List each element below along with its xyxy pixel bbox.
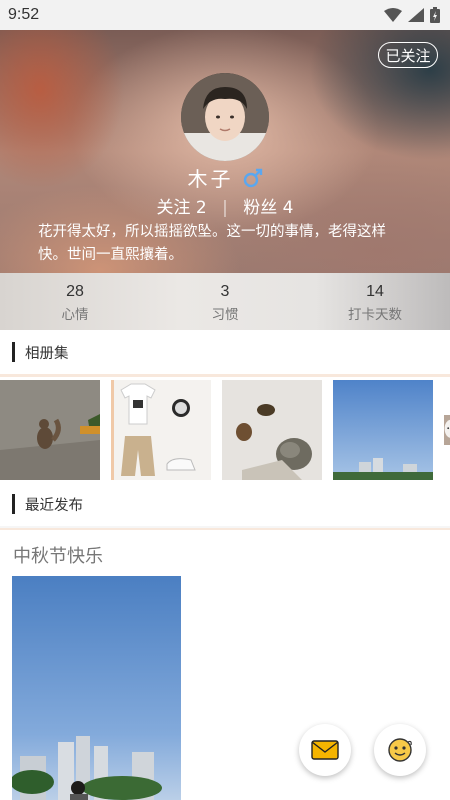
album-thumb-cat[interactable] xyxy=(444,380,450,480)
count-label: 心情 xyxy=(61,307,89,323)
fans-label: 粉丝 xyxy=(243,198,278,218)
user-name: 木子 xyxy=(187,167,234,191)
follow-button[interactable]: 已关注 xyxy=(378,42,438,68)
post-title: 中秋节快乐 xyxy=(13,546,103,567)
emoji-button[interactable] xyxy=(374,724,426,776)
count-label: 打卡天数 xyxy=(348,307,402,323)
status-bar: 9:52 xyxy=(0,0,450,30)
count-mood[interactable]: 28 心情 xyxy=(0,273,150,330)
album-thumb-squirrel[interactable] xyxy=(0,380,100,480)
status-time: 9:52 xyxy=(8,6,40,23)
activity-counts: 28 心情 3 习惯 14 打卡天数 xyxy=(0,273,450,330)
status-icons xyxy=(384,7,440,23)
recent-section-header: 最近发布 xyxy=(0,482,450,526)
album-thumb-sky[interactable] xyxy=(333,380,434,480)
stats-divider: | xyxy=(222,198,228,218)
wifi-icon xyxy=(384,8,402,22)
album-section-header: 相册集 xyxy=(0,330,450,374)
post-image[interactable] xyxy=(12,576,181,800)
male-icon xyxy=(243,168,262,188)
avatar[interactable] xyxy=(181,73,269,161)
count-checkin-days[interactable]: 14 打卡天数 xyxy=(300,273,450,330)
following-count: 2 xyxy=(195,198,207,218)
count-value: 14 xyxy=(366,283,384,300)
fans-count: 4 xyxy=(282,198,294,218)
count-habit[interactable]: 3 习惯 xyxy=(150,273,300,330)
album-thumb-outfit[interactable] xyxy=(111,380,212,480)
album-section-title: 相册集 xyxy=(25,345,69,362)
battery-icon xyxy=(430,7,440,23)
emoji-icon xyxy=(388,738,412,762)
profile-screen: 9:52 已关注 木子 关注 2 | 粉丝 4 花开得太好，所以摇摇欲坠。这一切… xyxy=(0,0,450,800)
following-label: 关注 xyxy=(156,198,191,218)
name-row: 木子 xyxy=(0,163,450,192)
count-value: 28 xyxy=(66,283,84,300)
fans-stat[interactable]: 粉丝 4 xyxy=(243,198,293,218)
mail-icon xyxy=(311,740,339,760)
user-bio: 花开得太好，所以摇摇欲坠。这一切的事情，老得这样快。世间一直熙攘着。 xyxy=(38,224,386,263)
recent-section-title: 最近发布 xyxy=(25,497,83,514)
message-button[interactable] xyxy=(299,724,351,776)
section-accent-bar xyxy=(12,494,15,514)
following-stat[interactable]: 关注 2 xyxy=(156,198,212,218)
avatar-photo xyxy=(181,73,269,161)
profile-header: 已关注 木子 关注 2 | 粉丝 4 花开得太好，所以摇摇欲坠。这一切的事情，老… xyxy=(0,30,450,273)
count-label: 习惯 xyxy=(211,307,239,323)
follow-stats: 关注 2 | 粉丝 4 xyxy=(0,193,450,218)
signal-icon xyxy=(408,8,424,22)
album-strip[interactable] xyxy=(0,374,450,482)
section-accent-bar xyxy=(12,342,15,362)
count-value: 3 xyxy=(220,283,230,300)
album-thumb-turtles[interactable] xyxy=(222,380,323,480)
